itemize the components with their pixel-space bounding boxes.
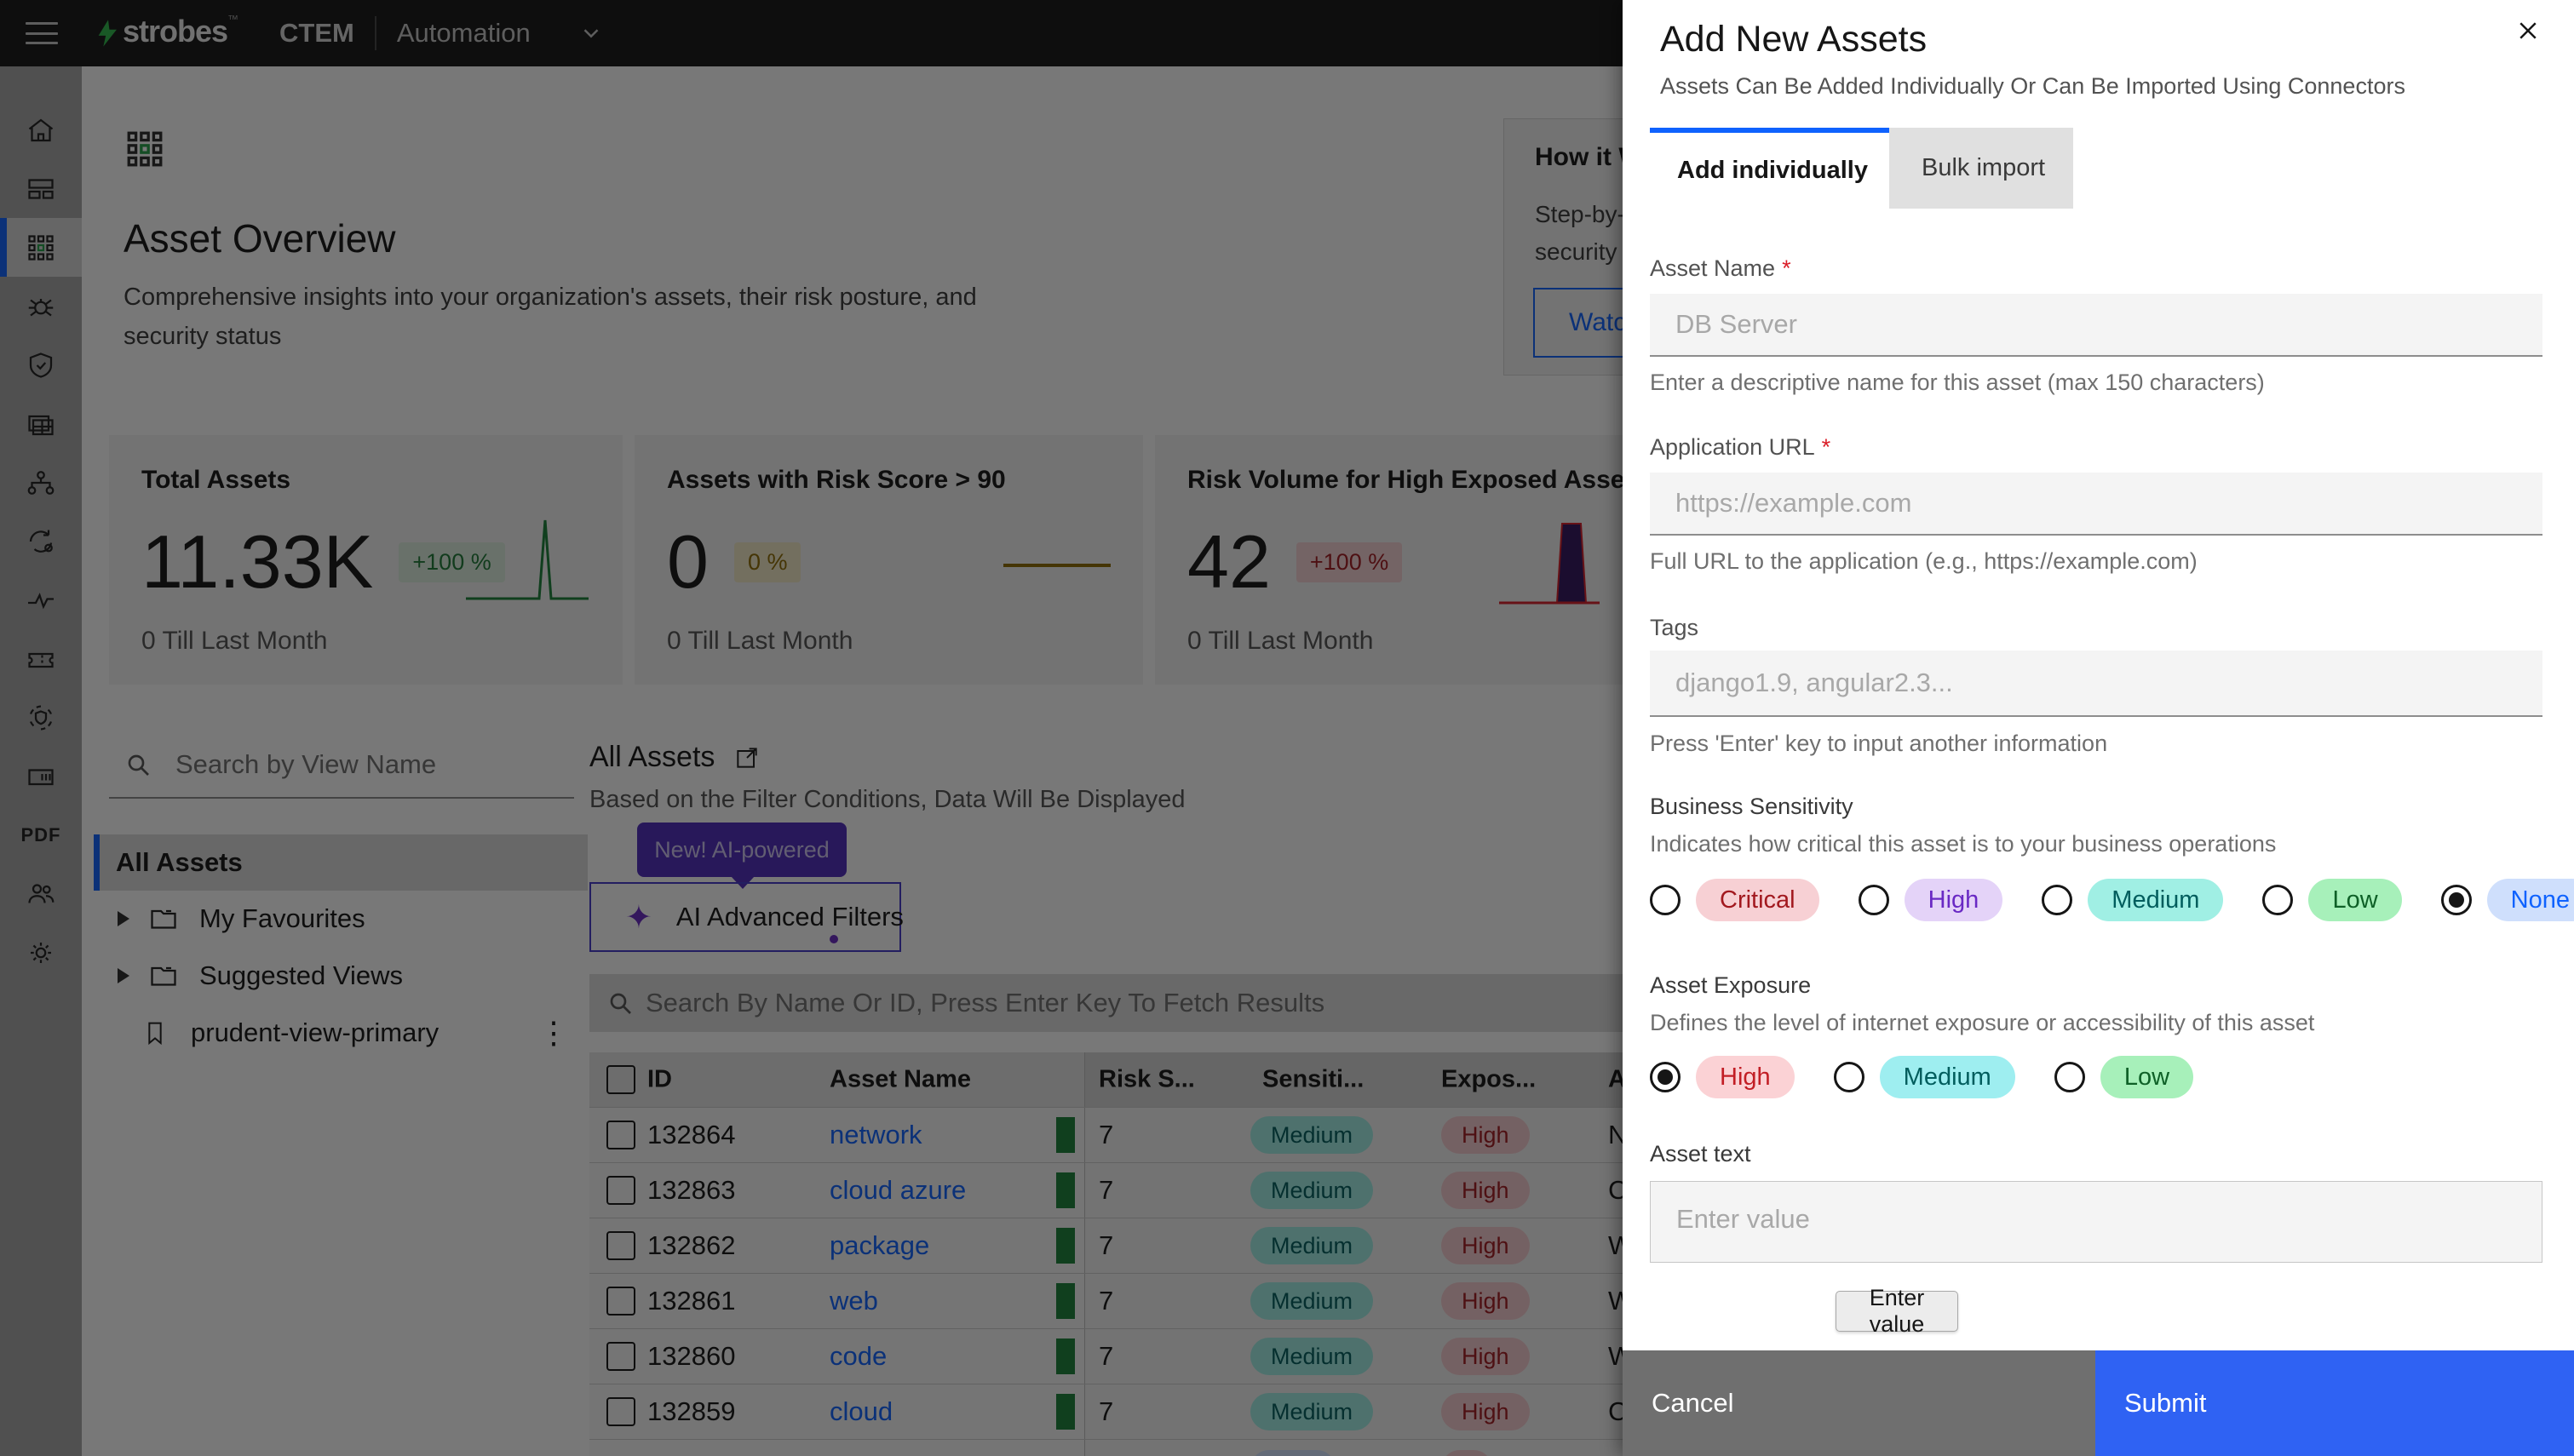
panel-footer: Cancel Submit [1623,1350,2574,1456]
required-asterisk: * [1821,434,1831,460]
panel-subtitle: Assets Can Be Added Individually Or Can … [1660,73,2405,99]
radio-pill-label: High [1904,879,2003,921]
radio-pill-label: Medium [1879,1056,2015,1098]
asset-name-label: Asset Name * [1650,255,1791,282]
radio-icon[interactable] [1858,885,1889,915]
business-sensitivity-label: Business Sensitivity [1650,794,1853,819]
asset-name-label-text: Asset Name [1650,255,1776,281]
radio-icon[interactable] [2262,885,2294,915]
tags-input[interactable]: django1.9, angular2.3... [1650,651,2542,717]
asset-exposure-helper: Defines the level of internet exposure o… [1650,1010,2315,1035]
required-asterisk: * [1782,255,1791,281]
radio-option-low[interactable]: Low [2054,1056,2194,1098]
radio-icon[interactable] [2054,1062,2085,1092]
add-new-assets-panel: Add New Assets Assets Can Be Added Indiv… [1623,0,2574,1456]
panel-tabs: Add individually Bulk import [1650,128,2073,209]
application-url-label: Application URL * [1650,434,1830,461]
submit-button[interactable]: Submit [2095,1350,2574,1456]
radio-pill-label: Medium [2088,879,2224,921]
asset-text-placeholder: Enter value [1676,1204,1810,1234]
tab-add-individually[interactable]: Add individually [1650,128,1889,209]
radio-option-high[interactable]: High [1858,879,2003,921]
tags-placeholder: django1.9, angular2.3... [1675,668,1953,697]
asset-text-textarea[interactable]: Enter value [1650,1181,2542,1263]
business-sensitivity-radio-group: Critical High Medium Low None [1650,879,2574,921]
radio-option-low[interactable]: Low [2262,879,2402,921]
radio-option-medium[interactable]: Medium [1833,1056,2015,1098]
app-screen: strobes ™ CTEM Automation PDF Asset Ov [0,0,2574,1456]
close-icon[interactable] [2508,10,2548,51]
radio-icon[interactable] [1833,1062,1864,1092]
radio-pill-label: None [2486,879,2574,921]
radio-pill-label: High [1696,1056,1795,1098]
radio-pill-label: Critical [1696,879,1819,921]
asset-name-helper: Enter a descriptive name for this asset … [1650,370,2265,395]
radio-option-none[interactable]: None [2440,879,2574,921]
radio-icon-selected[interactable] [1650,1062,1681,1092]
tab-bulk-import[interactable]: Bulk import [1889,128,2073,209]
tags-helper: Press 'Enter' key to input another infor… [1650,731,2108,756]
radio-icon-selected[interactable] [2440,885,2472,915]
asset-exposure-label: Asset Exposure [1650,972,1812,998]
application-url-helper: Full URL to the application (e.g., https… [1650,548,2198,574]
asset-name-input[interactable]: DB Server [1650,294,2542,357]
radio-icon[interactable] [2042,885,2073,915]
cancel-button[interactable]: Cancel [1623,1350,2095,1456]
tags-label: Tags [1650,615,1699,640]
radio-pill-label: Low [2308,879,2402,921]
radio-option-critical[interactable]: Critical [1650,879,1819,921]
asset-text-label: Asset text [1650,1141,1751,1167]
application-url-input[interactable]: https://example.com [1650,473,2542,536]
radio-option-high[interactable]: High [1650,1056,1795,1098]
panel-title: Add New Assets [1660,19,1928,60]
business-sensitivity-helper: Indicates how critical this asset is to … [1650,831,2277,857]
application-url-placeholder: https://example.com [1675,488,1912,518]
asset-name-placeholder: DB Server [1675,309,1797,339]
enter-value-button[interactable]: Enter value [1836,1285,1958,1337]
application-url-label-text: Application URL [1650,434,1815,460]
radio-icon[interactable] [1650,885,1681,915]
radio-pill-label: Low [2100,1056,2194,1098]
asset-exposure-radio-group: High Medium Low [1650,1056,2194,1098]
radio-option-medium[interactable]: Medium [2042,879,2224,921]
